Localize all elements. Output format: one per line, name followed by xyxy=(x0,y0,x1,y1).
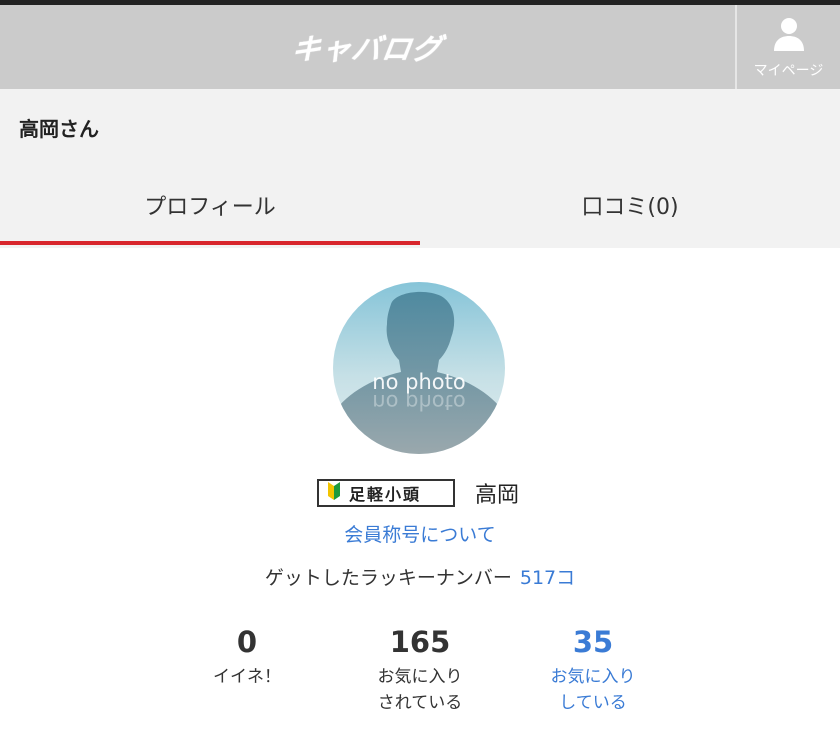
user-icon xyxy=(771,16,807,56)
active-tab-indicator xyxy=(0,241,420,245)
avatar: no photo no photo xyxy=(333,282,505,454)
lucky-number-count[interactable]: 517コ xyxy=(520,567,575,589)
favoriting-label-line1: お気に入り xyxy=(550,667,636,687)
member-name: 高岡 xyxy=(475,483,520,508)
logo-text: キャバログ xyxy=(289,32,445,66)
rank-badge: 足軽小頭 xyxy=(317,479,455,507)
tab-profile[interactable]: プロフィール xyxy=(0,161,420,248)
site-logo[interactable]: キャバログ xyxy=(0,5,735,89)
favorited-label-line1: お気に入り xyxy=(377,667,463,687)
tab-reviews-label: 口コミ(0) xyxy=(581,194,679,220)
rank-badge-text: 足軽小頭 xyxy=(349,485,422,504)
mypage-button[interactable]: マイページ xyxy=(735,5,840,89)
favoriting-label-line2: している xyxy=(559,693,627,713)
lucky-number-label: ゲットしたラッキーナンバー xyxy=(264,567,512,589)
favorited-label-line2: されている xyxy=(377,693,463,713)
member-title-link[interactable]: 会員称号について xyxy=(0,520,840,547)
stat-likes: 0 イイネ！ xyxy=(157,624,337,690)
page-title: 高岡さん xyxy=(19,117,99,141)
lucky-number-row: ゲットしたラッキーナンバー 517コ xyxy=(0,563,840,590)
favoriting-label: お気に入り している xyxy=(503,664,683,716)
rank-row: 足軽小頭 高岡 xyxy=(0,474,840,512)
likes-count: 0 xyxy=(236,625,258,659)
profile-tabs: プロフィール 口コミ(0) xyxy=(0,161,840,248)
favorited-label: お気に入り されている xyxy=(330,664,510,716)
stat-favoriting[interactable]: 35 お気に入り している xyxy=(503,624,683,716)
avatar-text-reflection: no photo xyxy=(372,390,465,414)
favoriting-count: 35 xyxy=(572,625,614,659)
site-header: キャバログ マイページ xyxy=(0,5,840,89)
likes-label: イイネ！ xyxy=(213,667,281,687)
tab-profile-label: プロフィール xyxy=(144,194,276,220)
beginner-mark-icon xyxy=(327,481,341,505)
favorited-count: 165 xyxy=(389,625,451,659)
mypage-label: マイページ xyxy=(753,63,824,79)
tab-reviews[interactable]: 口コミ(0) xyxy=(420,161,840,248)
page-title-bar: 高岡さん xyxy=(0,89,840,161)
stat-favorited: 165 お気に入り されている xyxy=(330,624,510,716)
